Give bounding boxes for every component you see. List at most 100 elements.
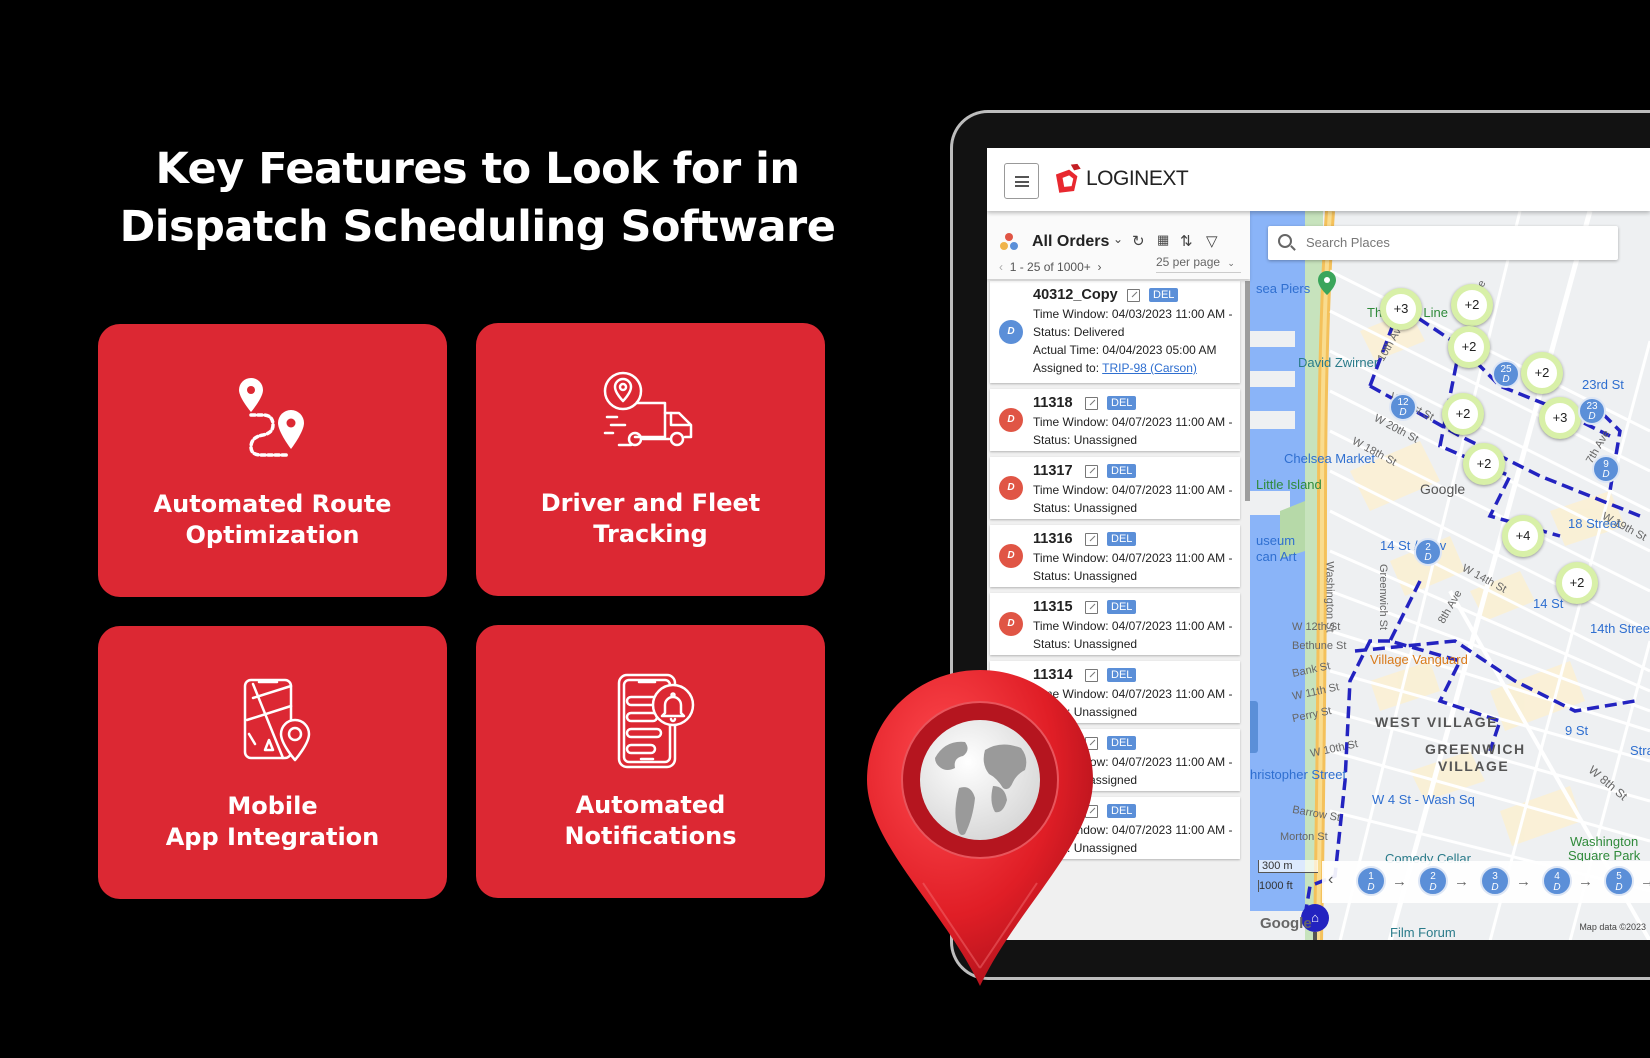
open-external-icon[interactable] [1085, 601, 1098, 614]
route-map[interactable]: Search Places sea Piers The High Line Da… [1250, 211, 1650, 940]
menu-icon [1015, 176, 1029, 187]
detail-label: Status: [1033, 637, 1071, 651]
detail-value: Unassigned [1073, 433, 1138, 447]
order-list-item[interactable]: D 11316 DEL Time Window: 04/07/2023 11:00 A… [990, 525, 1240, 587]
arrow-right-icon: → [1516, 873, 1531, 890]
map-stop-marker[interactable]: 12 D [1389, 393, 1417, 421]
detail-label: Time Window: [1033, 307, 1109, 321]
map-label-14th-street: 14th Street [1590, 621, 1650, 636]
map-attribution: Map data ©2023 [1579, 922, 1646, 932]
detail-value: 04/07/2023 11:00 AM - [1111, 823, 1233, 837]
open-external-icon[interactable] [1085, 397, 1098, 410]
map-cluster-marker[interactable]: +2 [1463, 443, 1505, 485]
filter-icon[interactable]: ▽ [1206, 232, 1218, 250]
stop-type: D [1367, 882, 1375, 893]
route-stop-5[interactable]: 5D [1604, 866, 1634, 896]
map-label-village: VILLAGE [1438, 758, 1510, 774]
map-stop-marker[interactable]: 25 D [1492, 360, 1520, 388]
order-detail-line: Time Window: 04/07/2023 11:00 AM - [1033, 483, 1232, 497]
map-label-23rd-st: 23rd St [1582, 377, 1624, 392]
collapse-sidebar-handle[interactable] [1250, 701, 1258, 753]
route-stop-4[interactable]: 4D [1542, 866, 1572, 896]
order-id[interactable]: 11317 [1033, 463, 1073, 479]
order-detail-line: Time Window: 04/07/2023 11:00 AM - [1033, 551, 1232, 565]
map-cluster-marker[interactable]: +3 [1539, 397, 1581, 439]
prev-page-icon[interactable]: ‹ [999, 260, 1006, 274]
map-cluster-marker[interactable]: +2 [1521, 352, 1563, 394]
app-header: LOGINEXT [987, 148, 1650, 211]
detail-label: Time Window: [1033, 619, 1109, 633]
order-type-avatar: D [999, 408, 1023, 432]
map-cluster-marker[interactable]: +3 [1380, 288, 1422, 330]
map-label-morton: Morton St [1280, 831, 1328, 843]
scale-bar-metric: 300 m [1258, 860, 1318, 873]
order-detail-line: Status: Delivered [1033, 325, 1124, 339]
sort-icon[interactable]: ⇅ [1180, 232, 1193, 250]
open-external-icon[interactable] [1127, 289, 1140, 302]
order-list-item[interactable]: D 11315 DEL Time Window: 04/07/2023 11:00 A… [990, 593, 1240, 655]
order-detail-line: Status: Unassigned [1033, 501, 1137, 515]
order-detail-line: Status: Unassigned [1033, 433, 1137, 447]
map-cluster-marker[interactable]: +4 [1502, 515, 1544, 557]
chevron-left-icon[interactable]: ‹ [1328, 871, 1333, 889]
feature-label: Driver and Fleet Tracking [476, 488, 825, 550]
stop-number: 3 [1492, 871, 1498, 882]
order-type-badge: DEL [1107, 532, 1137, 546]
brand-name: LOGINEXT [1086, 167, 1189, 190]
search-places-box[interactable]: Search Places [1268, 226, 1618, 260]
order-type-badge: DEL [1107, 736, 1137, 750]
order-list-item[interactable]: D 11317 DEL Time Window: 04/07/2023 11:00 A… [990, 457, 1240, 519]
map-label-greenwich-st: Greenwich St [1377, 563, 1390, 631]
map-stop-marker[interactable]: 23 D [1578, 397, 1606, 425]
feature-label-line-2: App Integration [165, 823, 380, 851]
refresh-icon[interactable]: ↻ [1132, 232, 1145, 250]
order-id[interactable]: 11318 [1033, 395, 1073, 411]
next-page-icon[interactable]: › [1094, 260, 1101, 274]
stop-type: D [1588, 411, 1596, 422]
route-stop-2[interactable]: 2D [1418, 866, 1448, 896]
map-cluster-marker[interactable]: +2 [1451, 284, 1493, 326]
open-external-icon[interactable] [1085, 465, 1098, 478]
map-stop-marker[interactable]: 2D [1414, 538, 1442, 566]
stop-number: 2 [1430, 871, 1436, 882]
feature-label-line-1: Automated [575, 791, 726, 819]
arrow-right-icon: → [1578, 873, 1593, 890]
feature-label-line-2: Optimization [185, 521, 360, 549]
map-stop-marker[interactable]: 9D [1592, 455, 1620, 483]
scale-bar-imperial: 1000 ft [1258, 880, 1318, 892]
orders-toolbar: All Orders ⌄ ↻ ▦ ⇅ ▽ ‹ 1 - 25 of 1000+ ›… [987, 211, 1250, 279]
order-list-item[interactable]: D 11318 DEL Time Window: 04/07/2023 11:00 A… [990, 389, 1240, 451]
app-switcher-dots-icon[interactable] [999, 232, 1019, 252]
trip-link[interactable]: TRIP-98 (Carson) [1102, 361, 1197, 375]
pagination: ‹ 1 - 25 of 1000+ › [999, 260, 1101, 274]
order-type-badge: DEL [1107, 668, 1137, 682]
brand-logo[interactable]: LOGINEXT [1051, 162, 1189, 196]
open-external-icon[interactable] [1085, 533, 1098, 546]
route-stop-1[interactable]: 1D [1356, 866, 1386, 896]
hamburger-menu-button[interactable] [1004, 163, 1039, 199]
order-id[interactable]: 11316 [1033, 531, 1073, 547]
stop-type: D [1502, 374, 1510, 385]
feature-card-mobile-integration: Mobile App Integration [98, 626, 447, 899]
map-label-9-st: 9 St [1565, 723, 1589, 738]
detail-label: Time Window: [1033, 551, 1109, 565]
order-type-avatar: D [999, 544, 1023, 568]
map-cluster-marker[interactable]: +2 [1442, 393, 1484, 435]
detail-value: 04/07/2023 11:00 AM - [1111, 755, 1233, 769]
map-cluster-marker[interactable]: +2 [1448, 326, 1490, 368]
google-watermark: Google [1260, 915, 1312, 932]
chevron-down-icon[interactable]: ⌄ [1113, 232, 1123, 246]
calendar-icon[interactable]: ▦ [1157, 232, 1169, 248]
order-id[interactable]: 40312_Copy [1033, 287, 1118, 303]
order-type-badge: DEL [1149, 288, 1179, 302]
arrow-right-icon: → [1454, 873, 1469, 890]
per-page-select[interactable]: 25 per page ⌄ [1156, 255, 1241, 273]
order-id[interactable]: 11315 [1033, 599, 1073, 615]
view-selector[interactable]: All Orders [1032, 233, 1109, 251]
map-cluster-marker[interactable]: +2 [1556, 562, 1598, 604]
detail-value: 04/07/2023 11:00 AM - [1111, 483, 1233, 497]
route-stop-3[interactable]: 3D [1480, 866, 1510, 896]
feature-label-line-1: Automated Route [153, 490, 392, 518]
detail-label: Status: [1033, 501, 1071, 515]
order-list-item[interactable]: D 40312_Copy DEL Time Window: 04/03/2023 11… [990, 281, 1240, 383]
